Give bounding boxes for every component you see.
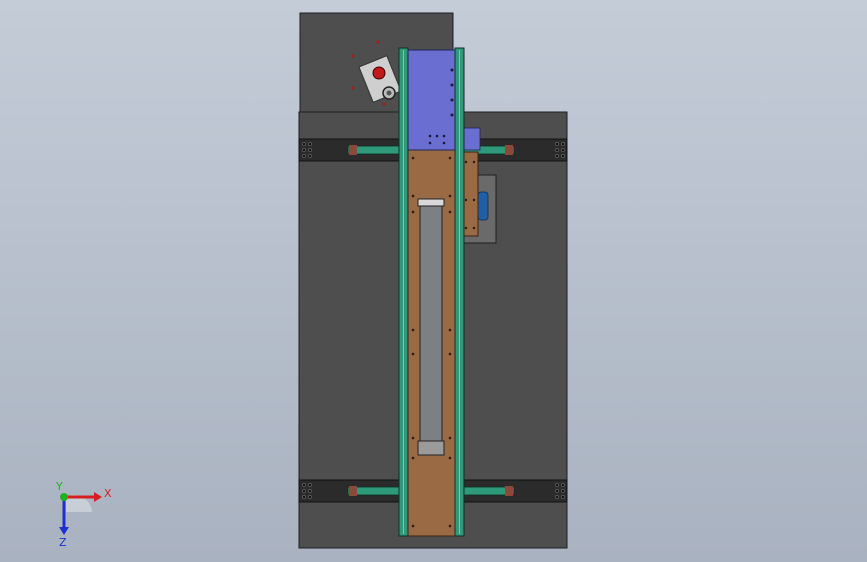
slot-bottom-cap bbox=[417, 440, 445, 456]
central-slot bbox=[419, 203, 443, 455]
cad-viewport[interactable]: X Y Z bbox=[0, 0, 867, 562]
x-arrow-head bbox=[94, 492, 102, 502]
blue-carriage bbox=[407, 49, 456, 151]
y-axis-dot bbox=[60, 493, 68, 501]
y-axis-label: Y bbox=[55, 480, 63, 493]
side-motor bbox=[477, 191, 489, 221]
x-axis-label: X bbox=[104, 487, 112, 500]
z-axis-label: Z bbox=[59, 536, 67, 549]
slot-top-cap bbox=[417, 198, 445, 207]
coordinate-triad: X Y Z bbox=[55, 480, 112, 549]
side-blue-block bbox=[461, 127, 481, 151]
z-arrow-head bbox=[59, 527, 69, 535]
